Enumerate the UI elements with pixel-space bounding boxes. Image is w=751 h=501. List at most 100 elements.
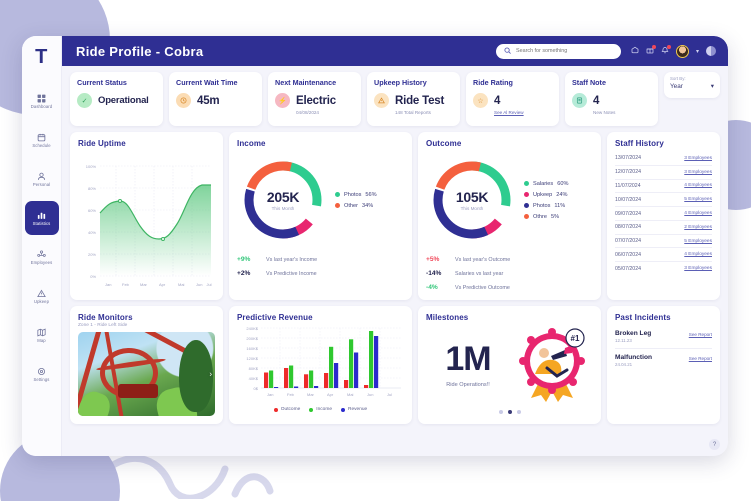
bottom-row: Ride Monitors Zone 1 - Ride Left Side ›	[70, 306, 720, 424]
table-row: 07/07/2024 5 Employees	[615, 235, 712, 249]
avatar[interactable]	[675, 44, 689, 58]
svg-text:Apr: Apr	[159, 282, 166, 287]
sort-by-dropdown[interactable]: Sort By: Year ▾	[664, 72, 720, 98]
gift-icon[interactable]	[646, 45, 656, 56]
app-logo[interactable]: T	[25, 42, 59, 72]
svg-text:Feb: Feb	[287, 392, 295, 397]
legend-dot-icon	[341, 407, 345, 412]
sidebar-item-label: Employees	[30, 259, 53, 265]
legend-dot-icon	[524, 192, 529, 197]
stat-line: +9% Vs last year's Income	[237, 256, 404, 263]
see-report-link[interactable]: See Report	[689, 332, 712, 337]
svg-text:Jun: Jun	[367, 392, 373, 397]
milestone-badge: #1	[570, 334, 579, 343]
sidebar-item-label: Statistics	[32, 220, 51, 226]
incident-name: Broken Leg	[615, 330, 652, 337]
staff-employees-link[interactable]: 4 Employees	[684, 252, 712, 257]
notification-badge	[651, 45, 656, 49]
topbar-icons: ▾	[631, 44, 716, 58]
legend-label: Outcome	[280, 407, 301, 412]
bell-icon[interactable]	[661, 45, 671, 56]
carousel-dot[interactable]	[498, 410, 503, 414]
carousel-dot-active[interactable]	[507, 410, 512, 414]
table-row: 05/07/2024 3 Employees	[615, 262, 712, 275]
kpi-title: Staff Note	[572, 78, 606, 87]
svg-text:100%: 100%	[86, 164, 97, 169]
svg-text:Mar: Mar	[307, 392, 315, 397]
staff-employees-link[interactable]: 3 Employees	[684, 156, 712, 161]
outcome-legend: Salaries 60% Upkeep 24% Photos 11% Othre…	[524, 181, 568, 220]
incident-name: Malfunction	[615, 354, 652, 361]
table-row: 13/07/2024 3 Employees	[615, 152, 712, 166]
sidebar-item-dashboard[interactable]: Dashboard	[25, 84, 59, 118]
staff-employees-link[interactable]: 5 Employees	[684, 197, 712, 202]
staff-date: 07/07/2024	[615, 238, 641, 245]
carousel-dot[interactable]	[516, 410, 521, 414]
share-icon[interactable]	[631, 46, 639, 56]
kpi-value: 4	[593, 94, 600, 107]
legend-value: 56%	[365, 191, 377, 198]
staff-employees-link[interactable]: 5 Employees	[684, 239, 712, 244]
staff-employees-link[interactable]: 4 Employees	[684, 183, 712, 188]
svg-text:200K$: 200K$	[246, 336, 258, 341]
panel-ride-monitors: Ride Monitors Zone 1 - Ride Left Side ›	[70, 306, 223, 424]
legend-dot-icon	[309, 407, 314, 412]
staff-employees-link[interactable]: 3 Employees	[684, 170, 712, 175]
svg-text:Jan: Jan	[267, 392, 273, 397]
staff-employees-link[interactable]: 2 Employees	[684, 225, 712, 230]
table-row: 12/07/2024 3 Employees	[615, 166, 712, 180]
panel-predictive-revenue: Predictive Revenue 240K$ 200K$ 160K$ 120…	[229, 306, 412, 424]
see-ai-review-link[interactable]: See Al Review	[494, 110, 552, 115]
kpi-card-current-wait-time: Current Wait Time 45m	[169, 72, 262, 126]
check-icon: ✓	[77, 93, 92, 108]
staff-employees-link[interactable]: 4 Employees	[684, 211, 712, 216]
search-box[interactable]	[495, 43, 621, 59]
calendar-icon	[37, 133, 46, 142]
stat-text: Vs Predictive Income	[266, 271, 317, 277]
legend-item: Other 34%	[335, 203, 377, 209]
svg-text:Jun: Jun	[196, 282, 202, 287]
chevron-right-icon[interactable]: ›	[209, 370, 212, 379]
staff-date: 05/07/2024	[615, 265, 641, 272]
search-input[interactable]	[515, 48, 613, 54]
theme-toggle-icon[interactable]	[706, 46, 716, 56]
stat-value: +9%	[237, 256, 251, 263]
legend-label: Salaries	[533, 180, 554, 187]
sidebar-item-upkeep[interactable]: Upkeep	[25, 279, 59, 313]
map-icon	[37, 328, 46, 337]
mid-row: Ride Uptime 100% 80% 60% 40% 20% 0% Jan …	[70, 132, 720, 300]
help-button[interactable]: ?	[709, 439, 720, 450]
sidebar-item-settings[interactable]: Settings	[25, 357, 59, 391]
legend-dot-icon	[273, 407, 278, 412]
income-center-value: 205K	[266, 189, 300, 205]
sidebar-item-personal[interactable]: Personal	[25, 162, 59, 196]
legend-dot-icon	[524, 203, 529, 208]
sidebar-item-label: Dashboard	[30, 103, 53, 109]
staff-date: 11/07/2024	[615, 182, 641, 189]
panel-title: Ride Uptime	[78, 139, 126, 148]
svg-text:0%: 0%	[90, 274, 96, 279]
see-report-link[interactable]: See Report	[689, 356, 712, 361]
sidebar-item-statistics[interactable]: Statistics	[24, 201, 59, 235]
legend-item: Othre 5%	[524, 214, 568, 220]
svg-text:60%: 60%	[88, 208, 96, 213]
svg-text:40K$: 40K$	[249, 376, 259, 381]
staff-employees-link[interactable]: 3 Employees	[684, 266, 712, 271]
outcome-stats: +5% Vs last year's Outcome -14% Salaries…	[426, 256, 593, 291]
table-row: 11/07/2024 4 Employees	[615, 180, 712, 194]
legend-label: Photos	[344, 191, 362, 198]
sidebar-item-schedule[interactable]: Schedule	[25, 123, 59, 157]
legend-item: Revenue	[341, 407, 367, 412]
panel-subtitle: Zone 1 - Ride Left Side	[78, 323, 128, 328]
sort-by-value: Year	[670, 82, 683, 90]
sidebar-item-employees[interactable]: Employees	[25, 240, 59, 274]
svg-text:80%: 80%	[88, 186, 96, 191]
ride-camera-feed[interactable]: ›	[78, 332, 215, 416]
sidebar-item-map[interactable]: Map	[25, 318, 59, 352]
income-center-label: This Month	[271, 206, 295, 211]
legend-item: Income	[309, 407, 332, 412]
list-item: Malfunction 24.04.21 See Report	[615, 349, 712, 372]
legend-item: Photos 11%	[524, 203, 568, 209]
carousel-dots[interactable]	[426, 410, 593, 414]
chevron-down-icon[interactable]: ▾	[696, 48, 699, 55]
